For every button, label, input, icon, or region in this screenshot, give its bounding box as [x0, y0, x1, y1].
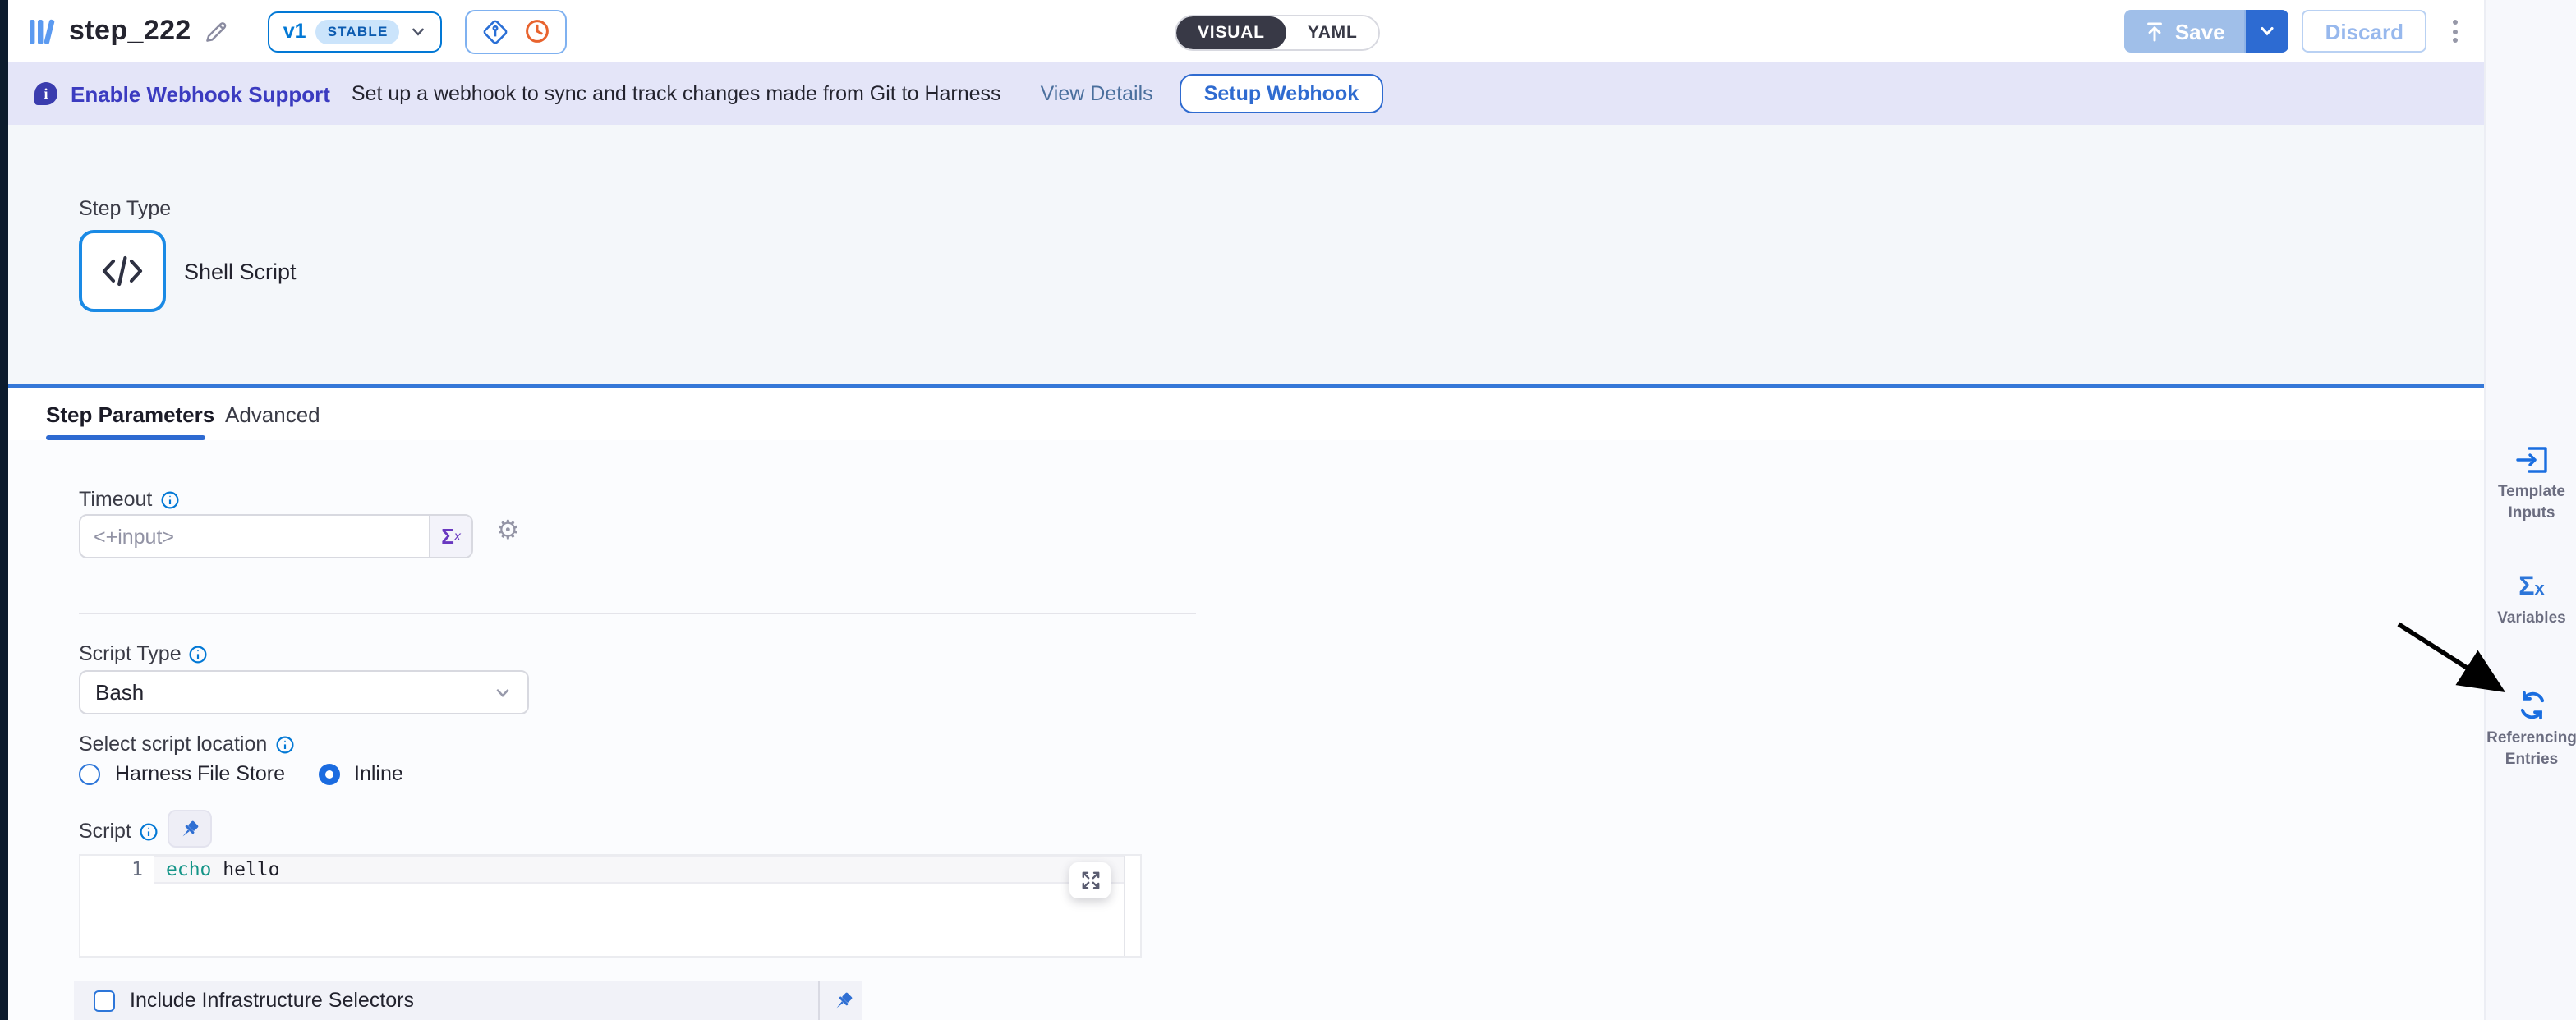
save-button[interactable]: Save	[2124, 10, 2245, 53]
chevron-down-icon	[410, 22, 428, 40]
sigma-icon: Σ	[441, 524, 454, 549]
timeout-label: Timeout	[79, 488, 178, 511]
title-group: step_222	[28, 15, 229, 48]
main-panel: step_222 v1 STABLE	[8, 0, 2484, 1020]
pin-script-button[interactable]	[168, 810, 212, 848]
section-divider	[79, 613, 1196, 614]
visual-yaml-toggle: VISUAL YAML	[1175, 15, 1381, 51]
script-code-editor[interactable]: 1 echo hello	[79, 854, 1142, 958]
expand-icon	[1080, 871, 1100, 890]
info-icon[interactable]	[190, 645, 208, 663]
toggle-visual[interactable]: VISUAL	[1176, 16, 1286, 49]
template-flags-group	[466, 9, 568, 53]
save-options-caret[interactable]	[2245, 10, 2289, 53]
edit-title-button[interactable]	[205, 19, 229, 44]
sidebar-item-label: Referencing Entries	[2486, 729, 2576, 770]
radio-label[interactable]: Inline	[354, 762, 403, 785]
sidebar-item-template-inputs[interactable]: Template Inputs	[2486, 445, 2576, 524]
script-type-select[interactable]: Bash	[79, 670, 529, 714]
version-selector[interactable]: v1 STABLE	[269, 11, 443, 52]
header-actions: Save Discard	[2124, 10, 2464, 53]
save-button-label: Save	[2175, 19, 2225, 44]
script-type-value: Bash	[95, 680, 493, 705]
timeout-input[interactable]	[80, 516, 429, 557]
pushpin-icon	[833, 990, 854, 1011]
timeout-field: Σx	[79, 514, 473, 558]
left-nav-edge	[0, 0, 8, 1020]
info-icon: i	[34, 82, 58, 105]
banner-title: Enable Webhook Support	[71, 81, 330, 106]
save-split-button: Save	[2124, 10, 2289, 53]
step-parameters-form: Timeout Σx ⚙ Script Type Bash	[8, 440, 2484, 1020]
discard-button[interactable]: Discard	[2302, 10, 2426, 53]
current-line-highlight	[154, 856, 1124, 884]
code-icon	[100, 253, 145, 289]
banner-message: Set up a webhook to sync and track chang…	[352, 82, 1001, 105]
radio-label[interactable]: Harness File Store	[115, 762, 285, 785]
sidebar-item-label: Variables	[2497, 609, 2565, 630]
include-infrastructure-selectors-row: Include Infrastructure Selectors	[74, 981, 862, 1020]
webhook-banner: i Enable Webhook Support Set up a webhoo…	[8, 62, 2484, 125]
expression-toggle-button[interactable]: Σx	[429, 516, 472, 557]
git-remote-icon[interactable]	[482, 17, 510, 45]
variables-icon: Σx	[2518, 575, 2544, 601]
radio-inline[interactable]	[318, 763, 339, 784]
view-details-link[interactable]: View Details	[1041, 82, 1153, 105]
top-bar: step_222 v1 STABLE	[8, 0, 2484, 62]
toggle-yaml[interactable]: YAML	[1286, 16, 1379, 49]
more-options-menu[interactable]	[2446, 13, 2464, 49]
chevron-down-icon	[493, 682, 513, 702]
line-number: 1	[80, 857, 143, 880]
editor-scroll-track	[1124, 856, 1125, 956]
checkbox-label[interactable]: Include Infrastructure Selectors	[130, 989, 818, 1012]
expand-editor-button[interactable]	[1070, 862, 1111, 898]
code-line: echo hello	[166, 857, 280, 880]
info-icon[interactable]	[140, 822, 158, 840]
info-icon[interactable]	[275, 735, 293, 753]
tab-bar: Step Parameters Advanced	[8, 388, 2484, 442]
setup-webhook-button[interactable]: Setup Webhook	[1180, 74, 1383, 113]
upload-icon	[2144, 21, 2165, 42]
info-icon[interactable]	[160, 490, 178, 508]
script-location-label: Select script location	[79, 733, 293, 756]
script-type-label: Script Type	[79, 642, 208, 665]
template-library-icon	[28, 16, 56, 47]
tab-step-parameters[interactable]: Step Parameters	[46, 402, 214, 427]
pushpin-icon	[179, 817, 200, 840]
sidebar-item-label: Template Inputs	[2486, 483, 2576, 524]
stability-badge: STABLE	[316, 19, 400, 44]
script-location-options: Harness File Store Inline	[79, 762, 403, 785]
sidebar-item-variables[interactable]: Σx Variables	[2486, 575, 2576, 630]
row-separator	[818, 981, 820, 1020]
page-title: step_222	[69, 15, 191, 48]
step-type-name: Shell Script	[184, 260, 297, 284]
sidebar-item-referencing-entries[interactable]: Referencing Entries	[2486, 690, 2576, 770]
step-type-label: Step Type	[79, 197, 171, 220]
right-utility-sidebar: Template Inputs Σx Variables Referencing…	[2484, 0, 2576, 1020]
shell-script-step-card[interactable]	[79, 230, 166, 312]
pin-infrastructure-button[interactable]	[833, 990, 854, 1011]
template-inputs-icon	[2514, 445, 2549, 475]
script-label: Script	[79, 820, 158, 843]
radio-harness-file-store[interactable]	[79, 763, 100, 784]
template-step-editor: step_222 v1 STABLE	[0, 0, 2576, 1020]
tab-advanced[interactable]: Advanced	[225, 402, 320, 427]
timer-icon[interactable]	[525, 18, 551, 44]
include-infrastructure-selectors-checkbox[interactable]	[94, 990, 115, 1011]
timeout-settings-gear-icon[interactable]: ⚙	[486, 517, 530, 547]
version-label: v1	[283, 20, 306, 43]
referencing-entries-icon	[2516, 690, 2547, 721]
step-type-section: Step Type Shell Script	[8, 125, 2484, 388]
